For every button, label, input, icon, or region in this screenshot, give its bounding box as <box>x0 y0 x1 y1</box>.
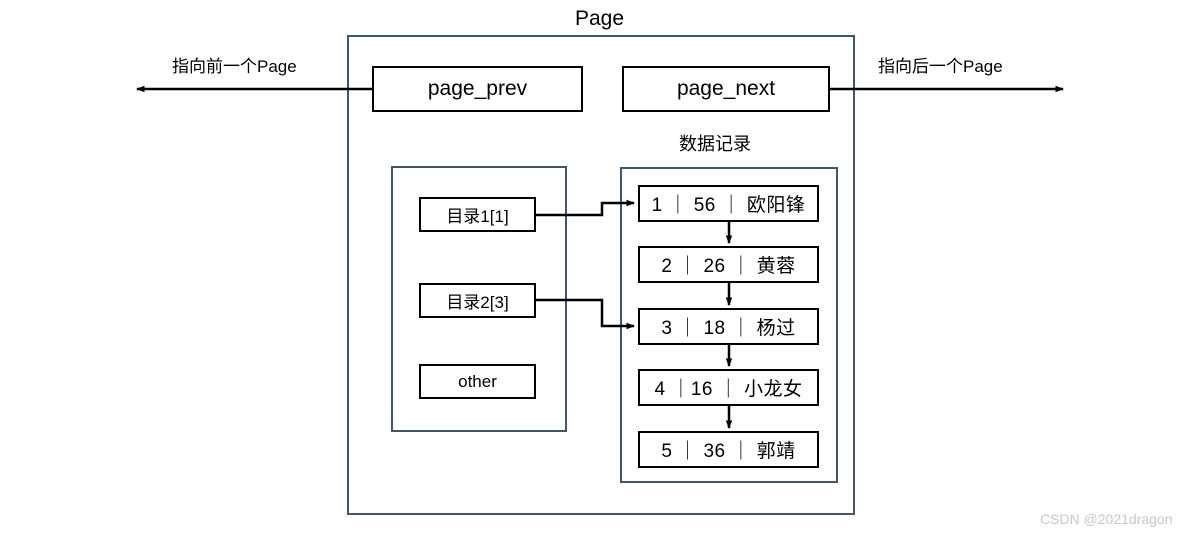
page-next-box[interactable]: page_next <box>622 66 830 112</box>
next-page-arrow-label: 指向后一个Page <box>878 57 1003 76</box>
record-row-1[interactable]: 1 ｜ 56 ｜ 欧阳锋 <box>638 185 819 222</box>
directory-item-2[interactable]: 目录2[3] <box>419 283 536 318</box>
directory-item-other[interactable]: other <box>419 364 536 399</box>
record-row-5[interactable]: 5 ｜ 36 ｜ 郭靖 <box>638 431 819 468</box>
prev-page-arrow-label: 指向前一个Page <box>172 57 297 76</box>
page-prev-box[interactable]: page_prev <box>372 66 583 112</box>
page-title: Page <box>575 7 625 30</box>
record-row-2[interactable]: 2 ｜ 26 ｜ 黄蓉 <box>638 246 819 283</box>
directory-item-1[interactable]: 目录1[1] <box>419 197 536 232</box>
diagram-canvas: Page 指向前一个Page 指向后一个Page page_prev page_… <box>0 0 1200 540</box>
record-row-3[interactable]: 3 ｜ 18 ｜ 杨过 <box>638 308 819 345</box>
records-panel-title: 数据记录 <box>679 134 751 154</box>
watermark: CSDN @2021dragon <box>1040 511 1173 527</box>
record-row-4[interactable]: 4 ｜16 ｜ 小龙女 <box>638 369 819 406</box>
